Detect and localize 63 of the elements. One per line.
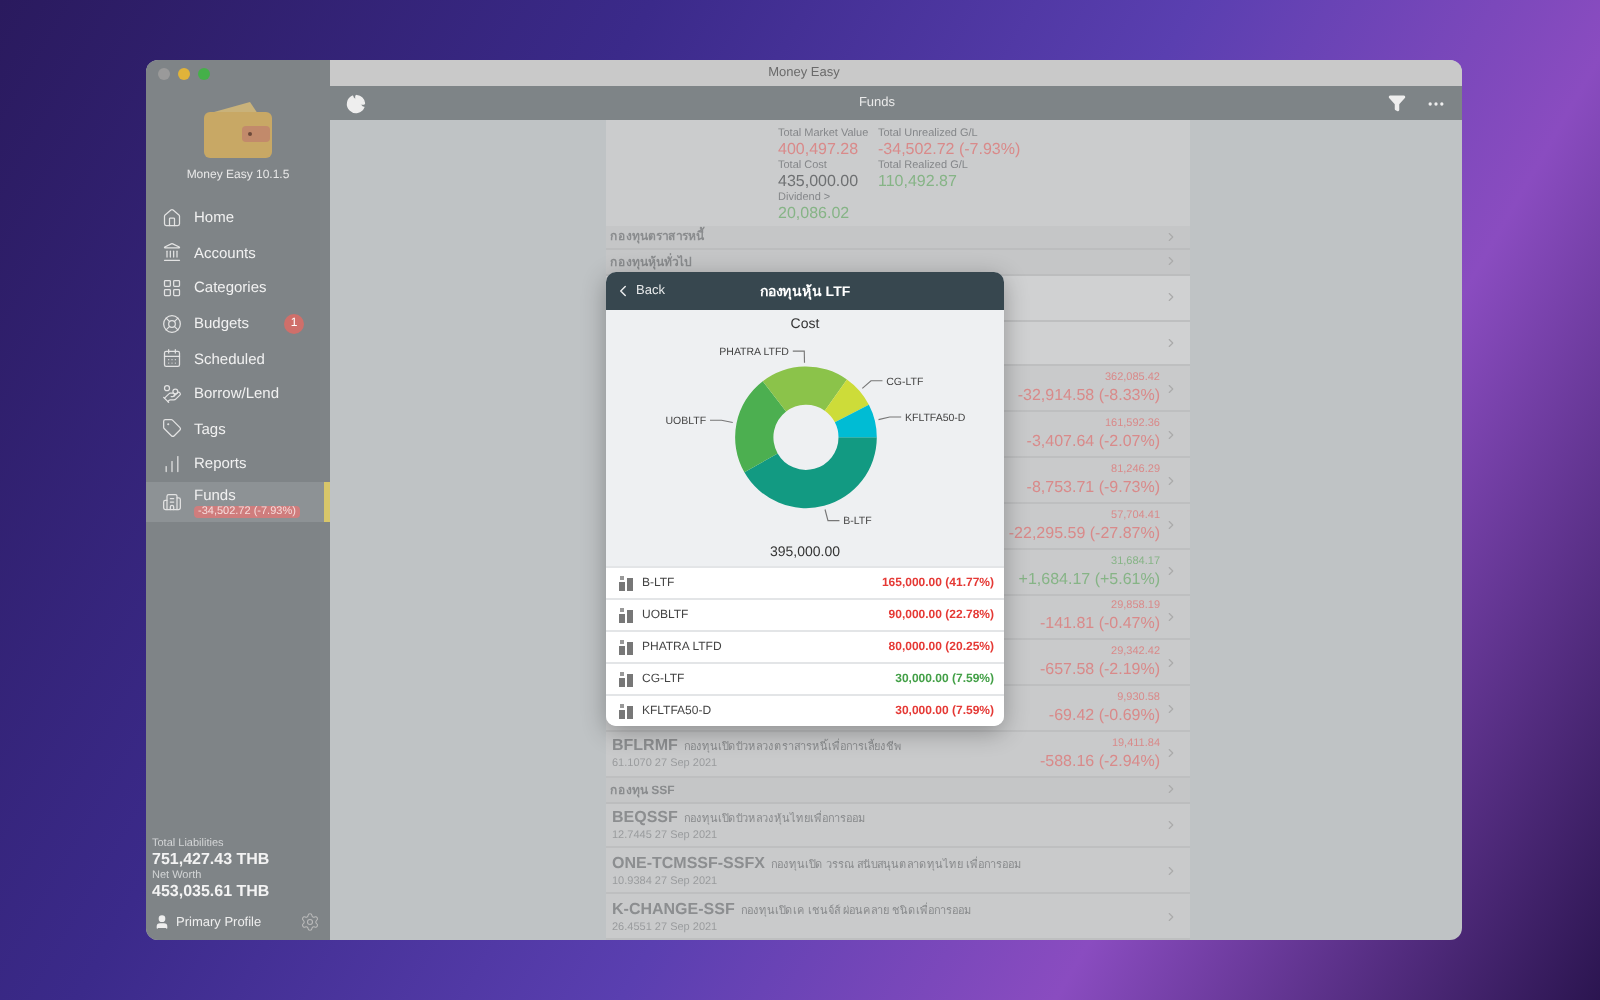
summary-value: 400,497.28: [778, 140, 861, 158]
chevron-right-icon: [1164, 381, 1178, 396]
person-icon: [154, 914, 170, 930]
leader-line: [877, 416, 902, 421]
bank-icon: [162, 242, 182, 263]
zoom-button[interactable]: [198, 68, 210, 80]
total-value: 751,427.43 THB: [150, 850, 272, 868]
summary-value: 110,492.87: [878, 172, 959, 191]
chevron-right-icon: [1164, 701, 1178, 716]
fund-change: -22,295.59 (-27.87%): [1008, 523, 1160, 542]
home-icon: [162, 207, 182, 228]
leader-line: [709, 419, 734, 424]
lifebuoy-icon: [162, 313, 182, 334]
filter-icon[interactable]: [1388, 94, 1406, 112]
chevron-left-icon: [614, 282, 632, 301]
fund-change: -8,753.71 (-9.73%): [1026, 478, 1160, 496]
summary-value: -34,502.72 (-7.93%): [878, 140, 1023, 158]
chevron-right-icon: [1164, 473, 1178, 487]
fund-icon: [618, 606, 636, 625]
chevron-right-icon: [1164, 427, 1178, 442]
fund-change: +1,684.17 (+5.61%): [1018, 569, 1160, 588]
settings-icon[interactable]: [300, 912, 320, 932]
chevron-right-icon: [1164, 863, 1178, 878]
chevron-right-icon: [1164, 746, 1178, 761]
summary-value: 20,086.02: [778, 204, 852, 223]
chevron-right-icon: [1164, 336, 1178, 351]
wallet-logo-icon: [202, 100, 274, 160]
chevron-right-icon: [1164, 564, 1178, 579]
fund-code: BFLRMF: [612, 736, 678, 755]
total-value: 453,035.61 THB: [150, 882, 272, 900]
chevron-right-icon: [1164, 782, 1178, 797]
chevron-right-icon: [1164, 518, 1178, 533]
calendar-icon: [162, 348, 182, 369]
fund-icon: [618, 702, 636, 720]
fund-code: ONE-TCMSSF-SSFX: [612, 853, 765, 872]
fund-code: BEQSSF: [612, 807, 678, 826]
chevron-right-icon: [1164, 909, 1178, 924]
close-button[interactable]: [158, 68, 170, 80]
summary-value: 435,000.00: [778, 172, 861, 191]
fund-icon: [618, 670, 636, 689]
chevron-right-icon: [1164, 290, 1178, 305]
leader-line: [792, 350, 806, 364]
leader-line: [824, 509, 841, 522]
chevron-right-icon: [1164, 817, 1178, 832]
bar-chart-icon: [162, 453, 182, 474]
coins-hand-icon: [162, 383, 182, 404]
fund-icon: [618, 638, 636, 657]
fund-change: -69.42 (-0.69%): [1048, 706, 1160, 725]
chevron-right-icon: [1164, 609, 1178, 624]
fund-change: -588.16 (-2.94%): [1039, 751, 1160, 770]
tag-icon: [162, 418, 182, 439]
fund-code: K-CHANGE-SSF: [612, 899, 735, 918]
building-icon: [162, 491, 182, 512]
leader-line: [861, 380, 884, 390]
grid-icon: [162, 277, 182, 298]
fund-change: -141.81 (-0.47%): [1039, 614, 1160, 633]
fund-change: -32,914.58 (-8.33%): [1017, 386, 1160, 405]
minimize-button[interactable]: [178, 68, 190, 80]
pie-chart-icon[interactable]: [346, 93, 366, 113]
fund-icon: [618, 574, 636, 593]
fund-change: -657.58 (-2.19%): [1039, 660, 1160, 679]
fund-change: -3,407.64 (-2.07%): [1026, 432, 1160, 451]
chevron-right-icon: [1164, 655, 1178, 670]
